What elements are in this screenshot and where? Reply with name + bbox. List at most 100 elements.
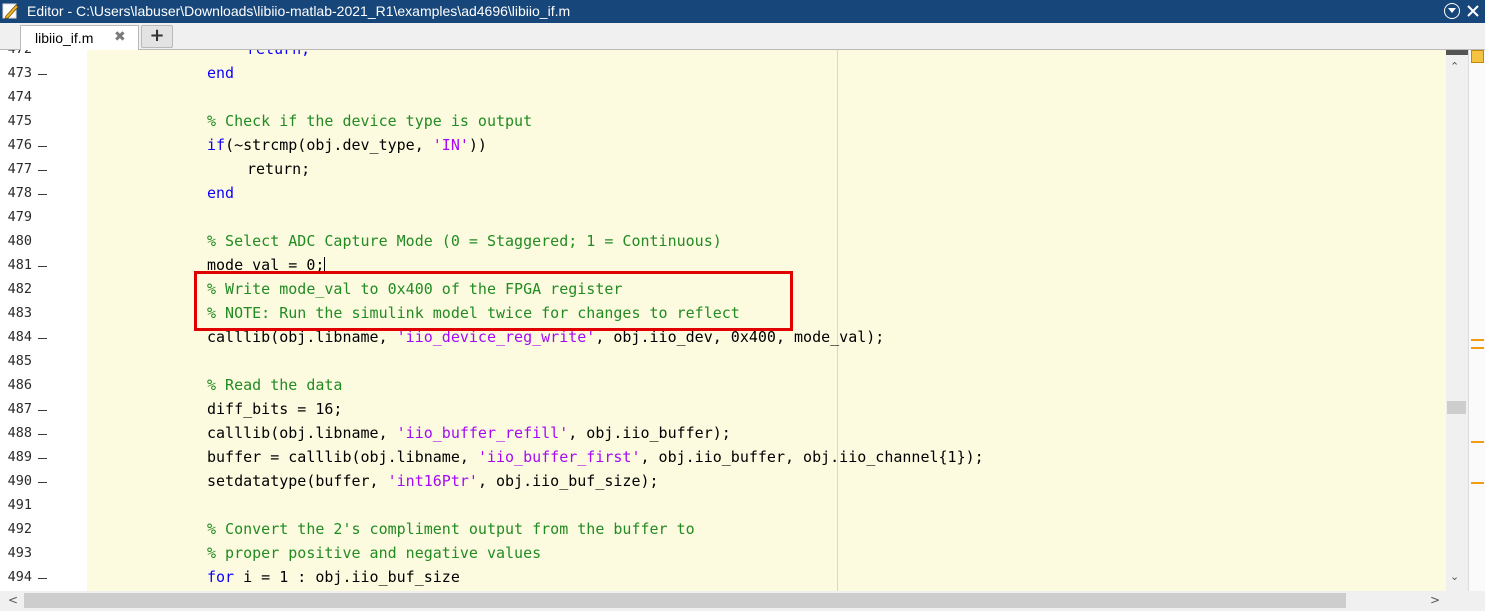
scroll-down-icon[interactable]: ⌄: [1450, 570, 1459, 583]
breakpoint-dash[interactable]: [38, 482, 47, 483]
code-line: 489 buffer = calllib(obj.libname, 'iio_bu…: [0, 446, 1446, 470]
breakpoint-dash[interactable]: [38, 410, 47, 411]
warning-marker[interactable]: [1471, 339, 1484, 341]
line-number: 493: [7, 545, 32, 561]
code-token: , obj.iio_buf_size);: [477, 472, 659, 490]
line-number: 492: [7, 521, 32, 537]
vertical-scroll-thumb[interactable]: [1447, 401, 1466, 414]
breakpoint-dash[interactable]: [38, 194, 47, 195]
scroll-up-icon[interactable]: ⌃: [1450, 60, 1459, 73]
code-comment: % Check if the device type is output: [207, 112, 533, 130]
code-text: return;: [207, 161, 310, 178]
new-tab-button[interactable]: +: [141, 25, 173, 48]
code-keyword: end: [207, 64, 235, 82]
code-text: % Select ADC Capture Mode (0 = Staggered…: [207, 233, 722, 250]
code-keyword: end: [207, 184, 235, 202]
window-title: Editor - C:\Users\labuser\Downloads\libi…: [27, 3, 571, 19]
code-line: 493 % proper positive and negative values: [0, 542, 1446, 566]
line-number: 482: [7, 281, 32, 297]
line-number: 488: [7, 425, 32, 441]
code-text: end: [207, 65, 234, 82]
code-editor[interactable]: 472 return; 473 end 474 475 % Check if the d…: [0, 50, 1446, 591]
code-text: if(~strcmp(obj.dev_type, 'IN')): [207, 137, 487, 154]
code-text: buffer = calllib(obj.libname, 'iio_buffe…: [207, 449, 984, 466]
horizontal-scrollbar[interactable]: < >: [0, 591, 1446, 611]
line-number: 494: [7, 569, 32, 585]
code-line: 474: [0, 86, 1446, 110]
scrollbar-corner: [1446, 591, 1485, 611]
code-text: return;: [207, 50, 310, 58]
code-token: diff_bits = 16;: [207, 400, 343, 418]
horizontal-scroll-thumb[interactable]: [24, 593, 1346, 608]
code-text: end: [207, 185, 234, 202]
vertical-scrollbar[interactable]: ⌃ ⌄: [1446, 50, 1468, 591]
line-number: 476: [7, 137, 32, 153]
code-line: 486 % Read the data: [0, 374, 1446, 398]
annotation-highlight-box: [194, 271, 793, 331]
scroll-left-icon[interactable]: <: [8, 593, 18, 607]
code-token: (~strcmp(obj.dev_type,: [225, 136, 433, 154]
line-number: 477: [7, 161, 32, 177]
breakpoint-dash[interactable]: [38, 266, 47, 267]
code-line: 485: [0, 350, 1446, 374]
warning-marker[interactable]: [1471, 441, 1484, 443]
line-number: 472: [0, 50, 32, 57]
breakpoint-dash[interactable]: [38, 434, 47, 435]
code-analyzer-status-icon[interactable]: [1471, 50, 1484, 63]
code-token: buffer = calllib(obj.libname,: [207, 448, 478, 466]
code-line: 488 calllib(obj.libname, 'iio_buffer_refi…: [0, 422, 1446, 446]
code-analyzer-marker-bar: [1468, 50, 1485, 591]
code-token: , obj.iio_buffer, obj.iio_channel{1});: [640, 448, 984, 466]
breakpoint-dash[interactable]: [38, 170, 47, 171]
code-token: i = 1 : obj.iio_buf_size: [234, 568, 460, 586]
code-comment: % Read the data: [207, 376, 343, 394]
line-number: 473: [7, 65, 32, 81]
scroll-right-icon[interactable]: >: [1430, 593, 1440, 607]
window-title-bar: Editor - C:\Users\labuser\Downloads\libi…: [0, 0, 1485, 23]
breakpoint-dash[interactable]: [38, 578, 47, 579]
line-number: 486: [7, 377, 32, 393]
code-line: 477 return;: [0, 158, 1446, 182]
code-comment: % Select ADC Capture Mode (0 = Staggered…: [207, 232, 722, 250]
code-text: calllib(obj.libname, 'iio_device_reg_wri…: [207, 329, 884, 346]
code-comment: % Convert the 2's compliment output from…: [207, 520, 695, 538]
line-number: 483: [7, 305, 32, 321]
code-text: % proper positive and negative values: [207, 545, 541, 562]
line-number: 484: [7, 329, 32, 345]
line-number: 480: [7, 233, 32, 249]
warning-marker[interactable]: [1471, 482, 1484, 484]
breakpoint-dash[interactable]: [38, 146, 47, 147]
line-number: 490: [7, 473, 32, 489]
code-line: 480 % Select ADC Capture Mode (0 = Stagge…: [0, 230, 1446, 254]
warning-marker[interactable]: [1471, 347, 1484, 349]
line-number: 489: [7, 449, 32, 465]
tab-libiio-if[interactable]: libiio_if.m ✖: [20, 25, 139, 50]
tab-close-icon[interactable]: ✖: [114, 29, 126, 46]
code-line: 475 % Check if the device type is output: [0, 110, 1446, 134]
code-text: % Convert the 2's compliment output from…: [207, 521, 695, 538]
code-text: calllib(obj.libname, 'iio_buffer_refill'…: [207, 425, 731, 442]
close-icon[interactable]: [1464, 2, 1482, 20]
line-number: 481: [7, 257, 32, 273]
breakpoint-dash[interactable]: [38, 74, 47, 75]
breakpoint-dash[interactable]: [38, 338, 47, 339]
code-text: for i = 1 : obj.iio_buf_size: [207, 569, 460, 586]
code-string: 'iio_buffer_first': [477, 448, 641, 466]
line-number: 491: [7, 497, 32, 513]
breakpoint-dash[interactable]: [38, 458, 47, 459]
code-keyword: if: [207, 136, 226, 154]
line-number: 487: [7, 401, 32, 417]
code-line: 492 % Convert the 2's compliment output f…: [0, 518, 1446, 542]
code-token: setdatatype(buffer,: [207, 472, 388, 490]
chevron-down-circle-icon[interactable]: [1444, 3, 1460, 19]
code-line: 472 return;: [0, 50, 1446, 62]
code-line: 487 diff_bits = 16;: [0, 398, 1446, 422]
split-handle[interactable]: [1446, 50, 1468, 55]
code-line: 473 end: [0, 62, 1446, 86]
pencil-editor-icon: [2, 3, 19, 20]
tab-label: libiio_if.m: [35, 30, 94, 46]
line-number: 478: [7, 185, 32, 201]
code-comment: % proper positive and negative values: [207, 544, 542, 562]
line-number: 474: [7, 89, 32, 105]
code-line: 490 setdatatype(buffer, 'int16Ptr', obj.i…: [0, 470, 1446, 494]
